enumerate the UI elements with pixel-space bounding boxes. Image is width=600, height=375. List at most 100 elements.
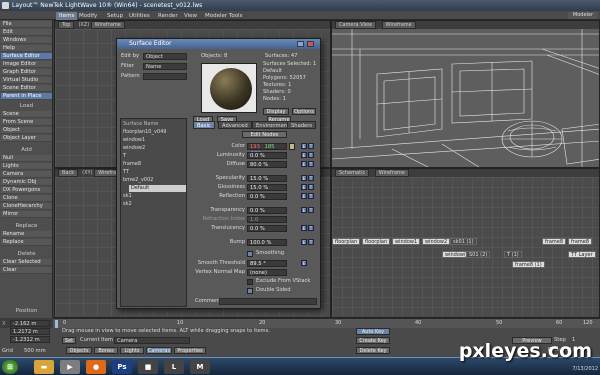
delete-key-button[interactable]: Delete Key bbox=[356, 347, 390, 354]
graph-editor-button[interactable]: Graph Editor bbox=[1, 69, 52, 76]
tree-item[interactable]: bmw2_v002 bbox=[123, 177, 153, 184]
parent-in-place-button[interactable]: Parent in Place bbox=[1, 93, 52, 100]
load-object-button[interactable]: Object bbox=[1, 127, 52, 134]
tab-basic[interactable]: Basic bbox=[193, 121, 215, 129]
set-button[interactable]: Set bbox=[62, 337, 76, 344]
bump-value[interactable]: 100.0 % bbox=[247, 239, 287, 246]
tab-items[interactable]: Items bbox=[56, 12, 78, 20]
schematic-node[interactable]: window2 bbox=[422, 238, 451, 245]
surface-tree[interactable]: Surface Name floorplan10_v049 window1 wi… bbox=[120, 118, 187, 307]
filter-select[interactable]: Name bbox=[143, 63, 187, 70]
schematic-node[interactable]: floorplan bbox=[362, 238, 391, 245]
edit-menu[interactable]: Edit bbox=[1, 29, 52, 36]
exclude-vstack-checkbox[interactable] bbox=[247, 279, 253, 285]
texture-button[interactable]: T bbox=[308, 207, 314, 213]
modeler-button[interactable]: Modeler bbox=[568, 12, 598, 19]
clone-hierarchy-button[interactable]: CloneHierarchy bbox=[1, 203, 52, 210]
luminosity-value[interactable]: 0.0 % bbox=[247, 152, 287, 159]
current-item-select[interactable]: Camera bbox=[114, 337, 190, 344]
bones-tab[interactable]: Bones bbox=[94, 347, 118, 354]
top-view-select[interactable]: Top bbox=[58, 21, 75, 29]
options-button[interactable]: Options bbox=[292, 108, 316, 115]
surface-editor-button[interactable]: Surface Editor bbox=[1, 53, 52, 60]
refraction-index-value[interactable]: 1.0 bbox=[247, 216, 287, 223]
replace-button[interactable]: Replace bbox=[1, 239, 52, 246]
tree-item[interactable]: TT bbox=[123, 169, 129, 176]
envelope-button[interactable]: E bbox=[301, 143, 307, 149]
tree-item-selected[interactable]: Default bbox=[129, 185, 186, 192]
double-sided-checkbox[interactable] bbox=[247, 288, 253, 294]
tree-item[interactable]: window2 bbox=[123, 145, 145, 152]
texture-button[interactable]: T bbox=[308, 239, 314, 245]
transparency-value[interactable]: 0.0 % bbox=[247, 207, 287, 214]
lights-tab[interactable]: Lights bbox=[120, 347, 144, 354]
schematic-node[interactable]: S01 (2) bbox=[466, 251, 491, 258]
color-swatch[interactable] bbox=[289, 143, 295, 150]
schematic-node[interactable]: frame8 bbox=[542, 238, 567, 245]
minimize-button[interactable] bbox=[297, 41, 304, 47]
envelope-button[interactable]: E bbox=[301, 175, 307, 181]
envelope-button[interactable]: E bbox=[301, 239, 307, 245]
schematic-node[interactable]: frame8 bbox=[568, 238, 593, 245]
texture-button[interactable]: T bbox=[308, 152, 314, 158]
rename-button[interactable]: Rename bbox=[1, 231, 52, 238]
specularity-value[interactable]: 15.0 % bbox=[247, 175, 287, 182]
top-view-mode-select[interactable]: Wireframe bbox=[90, 21, 125, 29]
tab-utilities[interactable]: Utilities bbox=[126, 12, 153, 20]
load-from-scene-button[interactable]: From Scene bbox=[1, 119, 52, 126]
add-null-button[interactable]: Null bbox=[1, 155, 52, 162]
clear-button[interactable]: Clear bbox=[1, 267, 52, 274]
lightwave-layout-icon[interactable]: L bbox=[164, 360, 184, 374]
envelope-button[interactable]: E bbox=[301, 161, 307, 167]
surface-editor-titlebar[interactable]: Surface Editor bbox=[117, 39, 320, 49]
camera-view-mode-select[interactable]: Wireframe bbox=[381, 21, 416, 29]
texture-button[interactable]: T bbox=[308, 161, 314, 167]
schematic-node[interactable]: sk01 (1) bbox=[450, 238, 477, 245]
photoshop-icon[interactable]: Ps bbox=[112, 360, 132, 374]
schematic-node[interactable]: frame8 (1) bbox=[512, 261, 545, 268]
smoothing-checkbox[interactable] bbox=[247, 251, 253, 257]
glossiness-value[interactable]: 15.0 % bbox=[247, 184, 287, 191]
camera-view-select[interactable]: Camera View bbox=[335, 21, 377, 29]
diffuse-value[interactable]: 80.0 % bbox=[247, 161, 287, 168]
position-y-field[interactable]: 1.2172 m bbox=[10, 328, 50, 335]
tree-item[interactable]: floorplan10_v049 bbox=[123, 129, 166, 136]
close-button[interactable] bbox=[307, 41, 314, 47]
load-scene-button[interactable]: Scene bbox=[1, 111, 52, 118]
scene-editor-button[interactable]: Scene Editor bbox=[1, 85, 52, 92]
tab-setup[interactable]: Setup bbox=[104, 12, 126, 20]
schematic-node[interactable]: TT Layer bbox=[568, 251, 596, 258]
tab-render[interactable]: Render bbox=[155, 12, 181, 20]
lightwave-modeler-icon[interactable]: M bbox=[190, 360, 210, 374]
texture-button[interactable]: T bbox=[308, 193, 314, 199]
clear-selected-button[interactable]: Clear Selected bbox=[1, 259, 52, 266]
texture-button[interactable]: T bbox=[308, 225, 314, 231]
app-icon[interactable]: ■ bbox=[138, 360, 158, 374]
firefox-icon[interactable]: ● bbox=[86, 360, 106, 374]
schematic-node[interactable]: floorplan bbox=[332, 238, 361, 245]
envelope-button[interactable]: E bbox=[301, 207, 307, 213]
envelope-button[interactable]: E bbox=[301, 152, 307, 158]
image-editor-button[interactable]: Image Editor bbox=[1, 61, 52, 68]
media-icon[interactable]: ▶ bbox=[60, 360, 80, 374]
mirror-button[interactable]: Mirror bbox=[1, 211, 52, 218]
explorer-icon[interactable]: ▬ bbox=[34, 360, 54, 374]
camera-viewport[interactable]: Camera View Wireframe bbox=[331, 20, 600, 168]
clone-button[interactable]: Clone bbox=[1, 195, 52, 202]
envelope-button[interactable]: E bbox=[301, 184, 307, 190]
position-z-field[interactable]: -1.2312 m bbox=[10, 336, 50, 343]
pattern-input[interactable] bbox=[143, 73, 187, 80]
add-lights-button[interactable]: Lights bbox=[1, 163, 52, 170]
tab-shaders[interactable]: Shaders bbox=[287, 121, 317, 129]
timeline-playhead[interactable] bbox=[55, 320, 58, 328]
envelope-button[interactable]: E bbox=[301, 225, 307, 231]
start-button[interactable]: ⊞ bbox=[2, 360, 18, 374]
windows-menu[interactable]: Windows bbox=[1, 37, 52, 44]
schematic-viewport[interactable]: Schematic Wireframe floorplan floorplan … bbox=[331, 168, 600, 318]
display-button[interactable]: Display bbox=[263, 108, 289, 115]
envelope-button[interactable]: E bbox=[301, 193, 307, 199]
tab-modeler-tools[interactable]: Modeler Tools bbox=[202, 12, 245, 20]
add-dynamic-obj-button[interactable]: Dynamic Obj bbox=[1, 179, 52, 186]
cameras-tab[interactable]: Cameras bbox=[146, 347, 172, 354]
back-view-select[interactable]: Back bbox=[58, 169, 79, 177]
